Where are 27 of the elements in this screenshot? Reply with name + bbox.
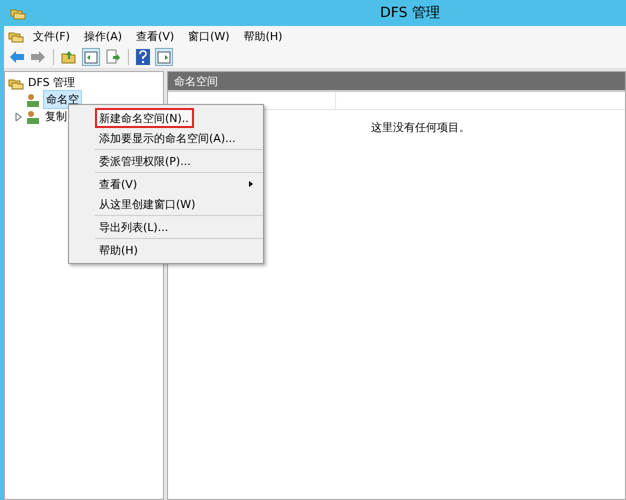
- back-icon[interactable]: [8, 49, 26, 65]
- empty-message: 这里没有任何项目。: [371, 121, 470, 134]
- pane-icon[interactable]: [154, 47, 174, 67]
- panel-header: 命名空间: [174, 74, 218, 88]
- menu-item[interactable]: 从这里创建窗口(W): [95, 194, 263, 214]
- menu-item[interactable]: 窗口(W): [183, 28, 235, 44]
- menu-item[interactable]: 帮助(H): [238, 28, 288, 44]
- node-icon: [25, 92, 41, 108]
- tree-item[interactable]: 复制: [43, 108, 69, 125]
- tree-item[interactable]: DFS 管理: [26, 74, 78, 91]
- export-icon[interactable]: [104, 48, 122, 66]
- expand-icon[interactable]: [15, 112, 23, 120]
- tree-item[interactable]: 命名空: [43, 90, 82, 109]
- menu-item[interactable]: 查看(V): [131, 28, 180, 44]
- menu-item[interactable]: 帮助(H): [95, 240, 263, 260]
- menu-item[interactable]: 添加要显示的命名空间(A)...: [95, 128, 263, 148]
- menu-item[interactable]: 操作(A): [78, 28, 128, 44]
- menu-item[interactable]: 导出列表(L)...: [95, 217, 263, 237]
- help-icon[interactable]: [135, 48, 151, 66]
- menu-item[interactable]: 文件(F): [28, 28, 75, 44]
- node-icon: [25, 108, 41, 124]
- window-title: DFS 管理: [380, 5, 440, 21]
- menu-item[interactable]: 委派管理权限(P)...: [95, 151, 263, 171]
- menu-item[interactable]: 查看(V): [95, 174, 263, 194]
- menu-item[interactable]: 新建命名空间(N)..: [95, 108, 194, 128]
- forward-icon[interactable]: [29, 49, 47, 65]
- pane-icon[interactable]: [81, 47, 101, 67]
